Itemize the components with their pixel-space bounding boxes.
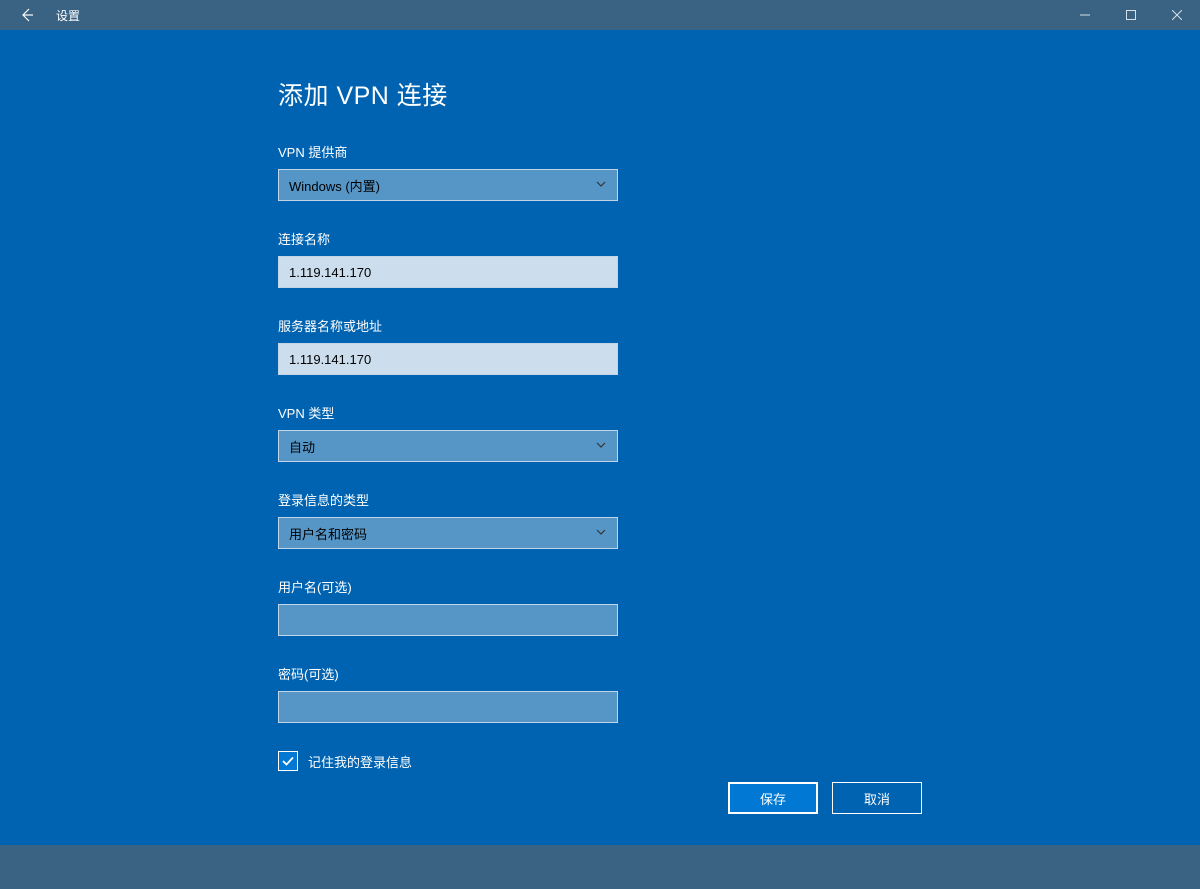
chevron-down-icon (595, 178, 607, 193)
maximize-icon (1126, 10, 1136, 20)
close-icon (1172, 10, 1182, 20)
back-button[interactable] (12, 0, 42, 30)
server-address-input[interactable] (278, 343, 618, 375)
field-username: 用户名(可选) (278, 577, 1200, 636)
remember-credentials-row[interactable]: 记住我的登录信息 (278, 751, 1200, 771)
field-label: VPN 提供商 (278, 142, 1200, 161)
vpn-type-select[interactable]: 自动 (278, 430, 618, 462)
window-title: 设置 (56, 7, 80, 24)
save-button[interactable]: 保存 (728, 782, 818, 814)
content-area: 添加 VPN 连接 VPN 提供商 Windows (内置) 连接名称 服务器名… (0, 30, 1200, 771)
minimize-icon (1080, 10, 1090, 20)
close-button[interactable] (1154, 0, 1200, 30)
titlebar: 设置 (0, 0, 1200, 30)
checkmark-icon (281, 754, 295, 768)
chevron-down-icon (595, 526, 607, 541)
select-value: Windows (内置) (289, 176, 380, 195)
chevron-down-icon (595, 439, 607, 454)
cancel-button[interactable]: 取消 (832, 782, 922, 814)
select-value: 用户名和密码 (289, 524, 367, 543)
maximize-button[interactable] (1108, 0, 1154, 30)
page-title: 添加 VPN 连接 (278, 76, 1200, 112)
password-input[interactable] (278, 691, 618, 723)
field-password: 密码(可选) (278, 664, 1200, 723)
field-vpn-type: VPN 类型 自动 (278, 403, 1200, 462)
minimize-button[interactable] (1062, 0, 1108, 30)
vpn-provider-select[interactable]: Windows (内置) (278, 169, 618, 201)
field-label: 服务器名称或地址 (278, 316, 1200, 335)
field-signin-type: 登录信息的类型 用户名和密码 (278, 490, 1200, 549)
field-label: VPN 类型 (278, 403, 1200, 422)
arrow-left-icon (19, 7, 35, 23)
remember-label: 记住我的登录信息 (308, 752, 412, 771)
connection-name-input[interactable] (278, 256, 618, 288)
select-value: 自动 (289, 437, 315, 456)
username-input[interactable] (278, 604, 618, 636)
field-connection-name: 连接名称 (278, 229, 1200, 288)
button-row: 保存 取消 (728, 782, 922, 814)
window-controls (1062, 0, 1200, 30)
field-label: 密码(可选) (278, 664, 1200, 683)
remember-checkbox[interactable] (278, 751, 298, 771)
field-label: 用户名(可选) (278, 577, 1200, 596)
field-label: 登录信息的类型 (278, 490, 1200, 509)
field-server-address: 服务器名称或地址 (278, 316, 1200, 375)
signin-type-select[interactable]: 用户名和密码 (278, 517, 618, 549)
field-vpn-provider: VPN 提供商 Windows (内置) (278, 142, 1200, 201)
bottom-strip (0, 845, 1200, 889)
field-label: 连接名称 (278, 229, 1200, 248)
